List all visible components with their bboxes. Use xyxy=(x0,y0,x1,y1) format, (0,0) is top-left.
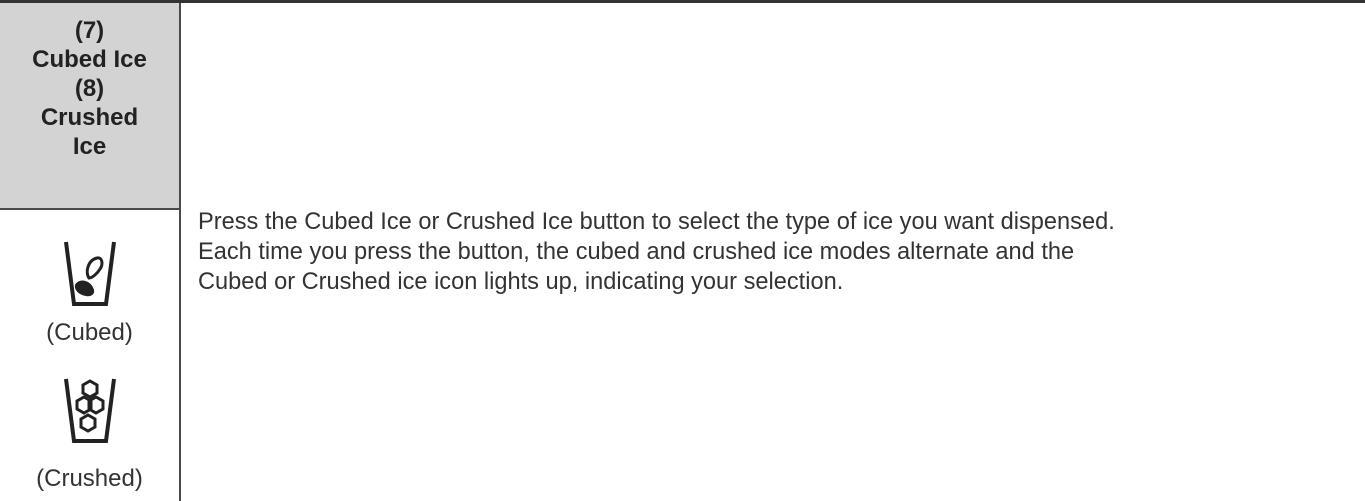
crushed-caption: (Crushed) xyxy=(36,465,143,492)
description-line: Press the Cubed Ice or Crushed Ice butto… xyxy=(198,209,1115,235)
feature-column: (7) Cubed Ice (8) Crushed Ice (Cubed) (C… xyxy=(0,3,181,501)
cubed-ice-label: Cubed Ice xyxy=(32,46,147,73)
icon-cell: (Cubed) (Crushed) xyxy=(0,210,179,501)
cubed-ice-number: (7) xyxy=(74,17,105,44)
crushed-ice-number: (8) xyxy=(74,75,105,102)
description-cell: Press the Cubed Ice or Crushed Ice butto… xyxy=(198,207,1358,297)
cubed-caption: (Cubed) xyxy=(46,319,133,346)
crushed-ice-label-line1: Crushed xyxy=(40,104,139,131)
ice-type-table: (7) Cubed Ice (8) Crushed Ice (Cubed) (C… xyxy=(0,0,1365,501)
description-line: Cubed or Crushed ice icon lights up, ind… xyxy=(198,269,844,295)
feature-header-cell: (7) Cubed Ice (8) Crushed Ice xyxy=(0,3,179,210)
cubed-ice-cup-icon xyxy=(63,241,116,306)
crushed-ice-label-line2: Ice xyxy=(72,133,107,160)
crushed-ice-cup-icon xyxy=(63,378,116,443)
description-line: Each time you press the button, the cube… xyxy=(198,239,1075,265)
